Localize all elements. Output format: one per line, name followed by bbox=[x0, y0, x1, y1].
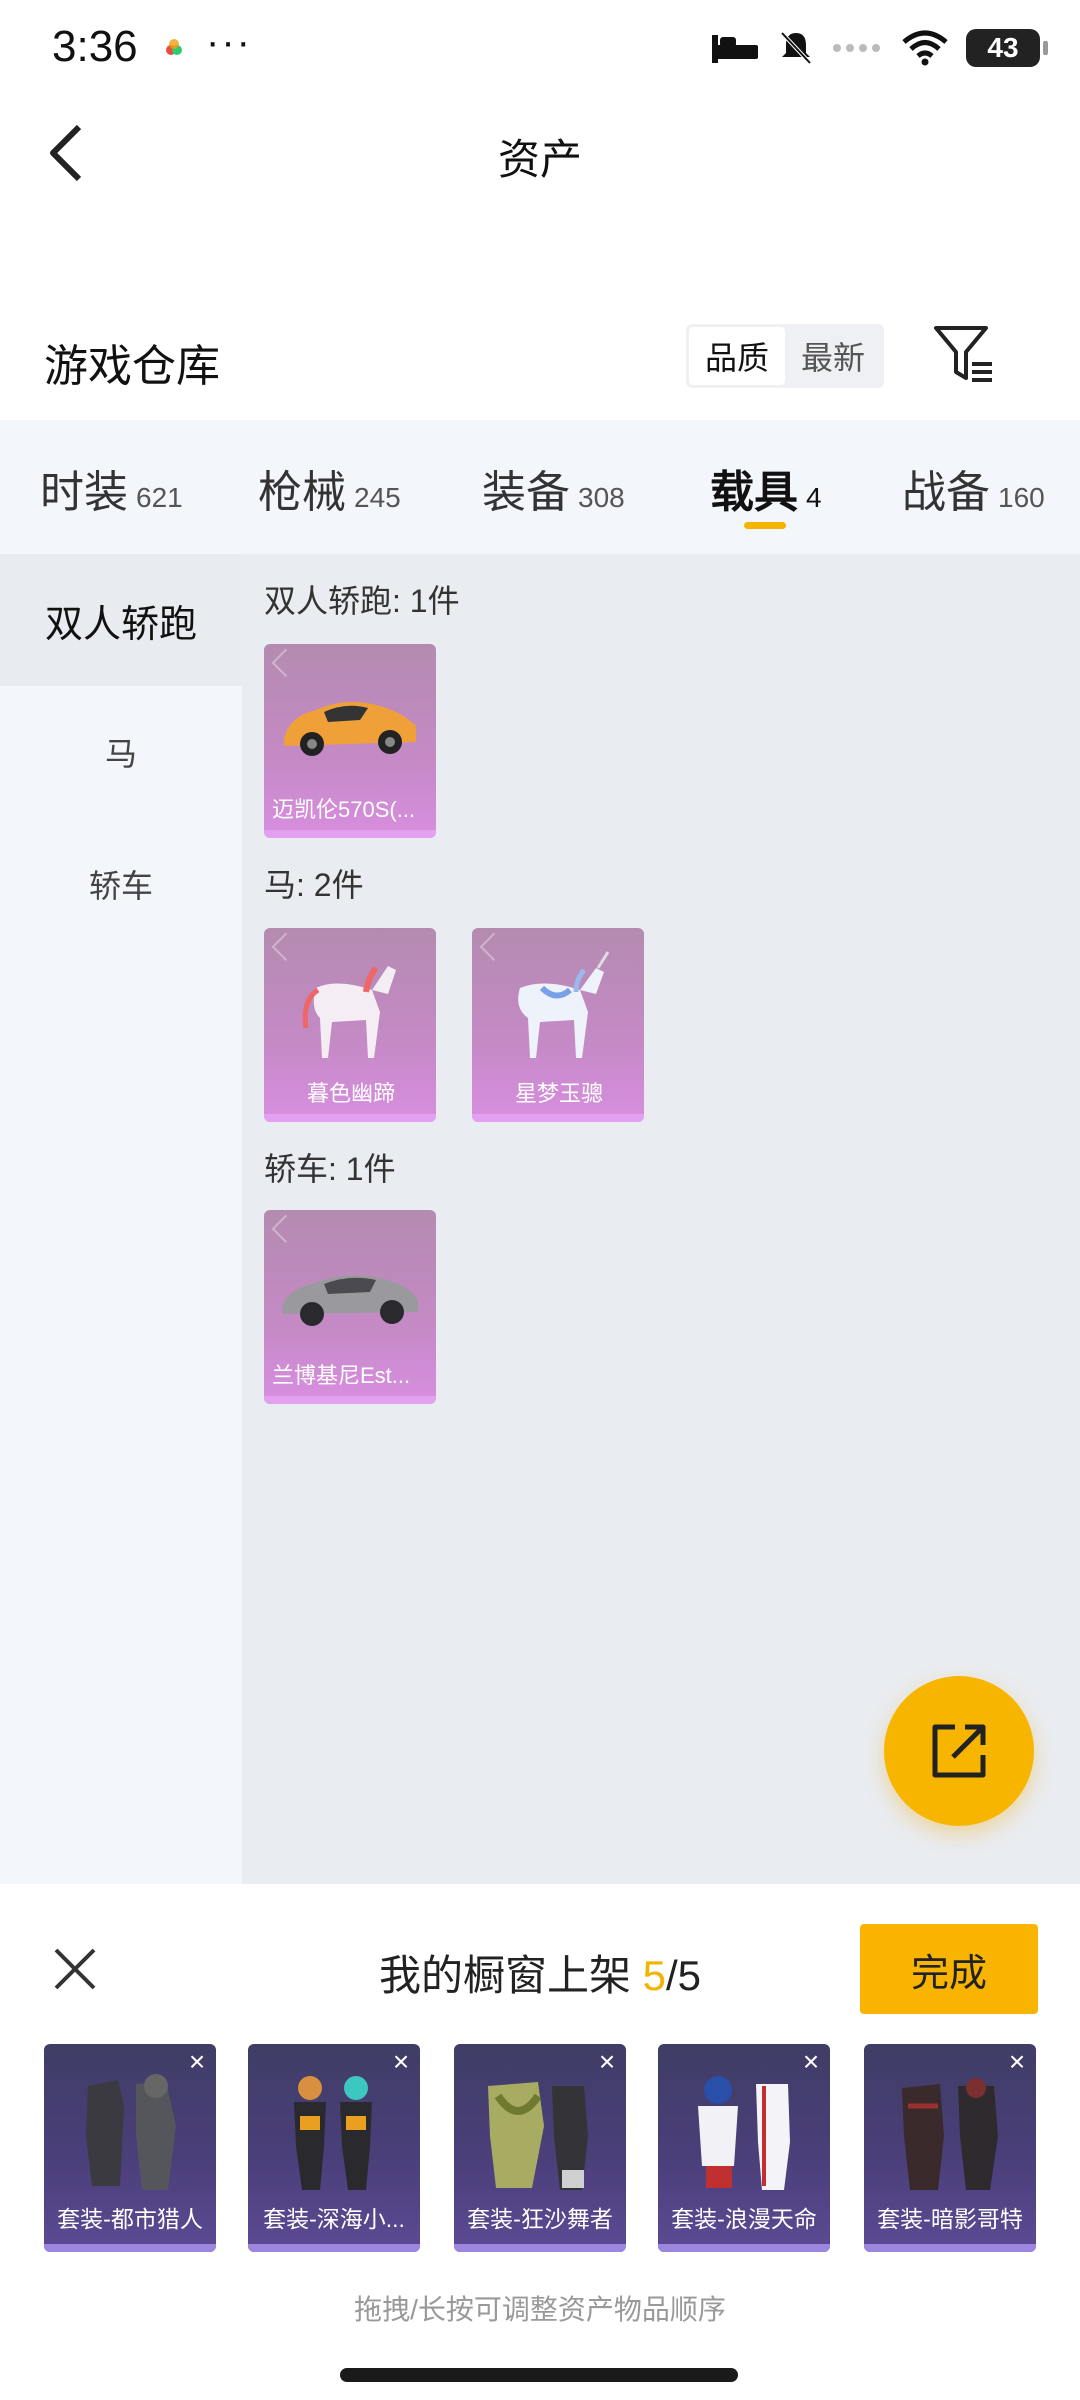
item-name: 迈凯伦570S(... bbox=[272, 797, 416, 822]
showcase-slot[interactable]: × 套装-狂沙舞者 bbox=[454, 2044, 626, 2252]
slot-name: 套装-都市猎人 bbox=[57, 2206, 203, 2232]
tab-label: 时装 bbox=[40, 468, 128, 517]
item-card[interactable]: 迈凯伦570S(... bbox=[264, 644, 436, 838]
tab-count: 160 bbox=[998, 482, 1045, 513]
tab-label: 战备 bbox=[902, 468, 990, 517]
status-bar: 3:36 ··· 43 bbox=[0, 0, 1080, 96]
share-icon bbox=[932, 1724, 986, 1778]
showcase-slot[interactable]: × 套装-都市猎人 bbox=[44, 2044, 216, 2252]
tab-count: 4 bbox=[806, 482, 822, 513]
navigation-header: 资产 bbox=[0, 96, 1080, 216]
filter-button[interactable] bbox=[930, 320, 1000, 390]
slot-name: 套装-深海小... bbox=[263, 2206, 405, 2232]
horse-pink-icon bbox=[302, 966, 396, 1058]
item-card[interactable]: 兰博基尼Est... bbox=[264, 1210, 436, 1404]
sedan-grey-icon bbox=[282, 1275, 418, 1326]
group-title: 双人轿跑: 1件 bbox=[264, 583, 460, 619]
item-name: 星梦玉骢 bbox=[514, 1081, 603, 1106]
tab-count: 245 bbox=[354, 482, 401, 513]
slot-name: 套装-浪漫天命 bbox=[671, 2206, 817, 2232]
tab-label: 载具 bbox=[710, 468, 798, 517]
showcase-slot[interactable]: × 套装-暗影哥特 bbox=[864, 2044, 1036, 2252]
outfit-icon bbox=[86, 2074, 176, 2190]
slot-name: 套装-狂沙舞者 bbox=[467, 2206, 613, 2232]
category-tabs: 时装 621 枪械 245 装备 308 载具 4 战备 160 bbox=[0, 420, 1080, 554]
showcase-slot[interactable]: × 套装-深海小... bbox=[248, 2044, 420, 2252]
status-icons: 43 bbox=[710, 26, 1048, 70]
group-title: 轿车: 1件 bbox=[264, 1151, 396, 1187]
unicorn-blue-icon bbox=[518, 951, 610, 1058]
sports-car-orange-icon bbox=[284, 702, 416, 756]
signal-icon bbox=[833, 44, 880, 52]
active-tab-indicator bbox=[744, 522, 786, 529]
done-button[interactable]: 完成 bbox=[860, 1924, 1038, 2014]
item-name: 暮色幽蹄 bbox=[306, 1081, 395, 1106]
tab-weapons[interactable]: 枪械 245 bbox=[258, 456, 401, 520]
share-button[interactable] bbox=[884, 1676, 1034, 1826]
showcase-count-current: 5 bbox=[642, 1952, 666, 1999]
tab-equipment[interactable]: 装备 308 bbox=[482, 456, 625, 520]
sleep-mode-icon bbox=[712, 35, 758, 63]
outfit-icon bbox=[294, 2076, 372, 2190]
showcase-sheet: 我的橱窗上架 5/5 完成 × 套装-都市猎人 × 套装-深海小... × 套装… bbox=[0, 1884, 1080, 2400]
showcase-count-total: /5 bbox=[666, 1952, 702, 1999]
sidebar-item-sedan[interactable]: 轿车 bbox=[0, 818, 242, 950]
status-time: 3:36 bbox=[52, 22, 138, 71]
slot-name: 套装-暗影哥特 bbox=[877, 2206, 1023, 2232]
app-notification-icon bbox=[166, 39, 182, 55]
showcase-slot[interactable]: × 套装-浪漫天命 bbox=[658, 2044, 830, 2252]
item-card[interactable]: 星梦玉骢 bbox=[472, 928, 644, 1122]
sidebar-item-coupe[interactable]: 双人轿跑 bbox=[0, 554, 242, 686]
warehouse-title: 游戏仓库 bbox=[44, 342, 220, 391]
outfit-icon bbox=[902, 2078, 998, 2190]
tab-vehicles[interactable]: 载具 4 bbox=[710, 456, 822, 520]
tab-count: 621 bbox=[136, 482, 183, 513]
mute-icon bbox=[780, 31, 812, 65]
sort-by-newest[interactable]: 最新 bbox=[785, 327, 881, 385]
tab-label: 枪械 bbox=[258, 468, 346, 517]
tab-label: 装备 bbox=[482, 468, 570, 517]
item-name: 兰博基尼Est... bbox=[272, 1363, 411, 1388]
wifi-icon bbox=[902, 30, 948, 66]
tab-fashion[interactable]: 时装 621 bbox=[40, 456, 183, 520]
sort-toggle: 品质 最新 bbox=[686, 324, 884, 388]
subcategory-sidebar: 双人轿跑 马 轿车 bbox=[0, 554, 242, 1884]
filter-icon bbox=[934, 326, 992, 382]
outfit-icon bbox=[488, 2082, 588, 2190]
battery-indicator: 43 bbox=[966, 29, 1048, 67]
sheet-title-text: 我的橱窗上架 bbox=[378, 1952, 643, 1999]
status-more: ··· bbox=[206, 20, 252, 64]
group-title: 马: 2件 bbox=[264, 867, 364, 903]
item-card[interactable]: 暮色幽蹄 bbox=[264, 928, 436, 1122]
home-indicator[interactable] bbox=[340, 2368, 738, 2382]
warehouse-bar: 游戏仓库 品质 最新 bbox=[0, 310, 1080, 420]
reorder-hint: 拖拽/长按可调整资产物品顺序 bbox=[354, 2294, 726, 2325]
tab-count: 308 bbox=[578, 482, 625, 513]
outfit-icon bbox=[698, 2076, 790, 2190]
tab-battle-gear[interactable]: 战备 160 bbox=[902, 456, 1045, 520]
sort-by-quality[interactable]: 品质 bbox=[689, 327, 785, 385]
sidebar-item-horse[interactable]: 马 bbox=[0, 686, 242, 818]
page-title: 资产 bbox=[497, 136, 582, 183]
